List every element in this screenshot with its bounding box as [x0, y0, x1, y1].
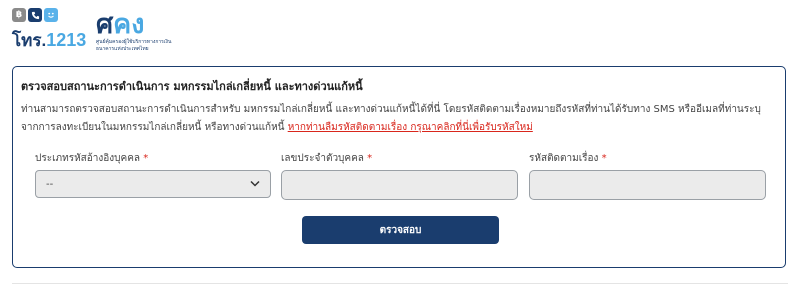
hotline-prefix: โทร.: [12, 31, 47, 50]
check-status-button[interactable]: ตรวจสอบ: [302, 216, 499, 244]
phone-icon: [28, 8, 42, 22]
logo-icon-group: ฿: [12, 8, 58, 22]
chevron-down-icon: [250, 179, 260, 190]
status-check-card: ตรวจสอบสถานะการดำเนินการ มหกรรมไกล่เกลี่…: [12, 66, 786, 268]
brand-logo[interactable]: ฿ โทร.1213 ศคง ศูนย์คุ้มครองผู้ใช้บริการ…: [12, 8, 172, 52]
required-mark: *: [367, 153, 373, 164]
brand-subtitle-2: ธนาคารแห่งประเทศไทย: [96, 46, 149, 52]
id-number-input[interactable]: [281, 170, 518, 200]
reference-type-select[interactable]: --: [35, 170, 271, 198]
id-number-label-text: เลขประจำตัวบุคคล: [281, 153, 364, 164]
forgot-code-link[interactable]: หากท่านลืมรหัสติดตามเรื่อง กรุณาคลิกที่น…: [288, 122, 533, 133]
footer-divider: [12, 283, 788, 284]
card-title: ตรวจสอบสถานะการดำเนินการ มหกรรมไกล่เกลี่…: [21, 80, 363, 93]
reference-type-label-text: ประเภทรหัสอ้างอิงบุคคล: [35, 153, 141, 164]
smile-icon: [44, 8, 58, 22]
required-mark: *: [601, 153, 607, 164]
id-number-label: เลขประจำตัวบุคคล *: [281, 151, 372, 166]
reference-type-selected-value: --: [46, 178, 54, 190]
reference-type-label: ประเภทรหัสอ้างอิงบุคคล *: [35, 151, 148, 166]
baht-icon: ฿: [12, 8, 26, 22]
brand-name-part1: ศ: [96, 9, 114, 39]
hotline-digits: 1213: [46, 30, 87, 50]
tracking-code-input[interactable]: [529, 170, 766, 200]
brand-name: ศคง: [96, 10, 144, 38]
tracking-code-label-text: รหัสติดตามเรื่อง: [529, 153, 599, 164]
required-mark: *: [143, 153, 149, 164]
tracking-code-label: รหัสติดตามเรื่อง *: [529, 151, 607, 166]
brand-name-part2: คง: [113, 9, 145, 39]
card-description: ท่านสามารถตรวจสอบสถานะการดำเนินการสำหรับ…: [21, 101, 771, 137]
hotline-number: โทร.1213: [12, 30, 86, 51]
